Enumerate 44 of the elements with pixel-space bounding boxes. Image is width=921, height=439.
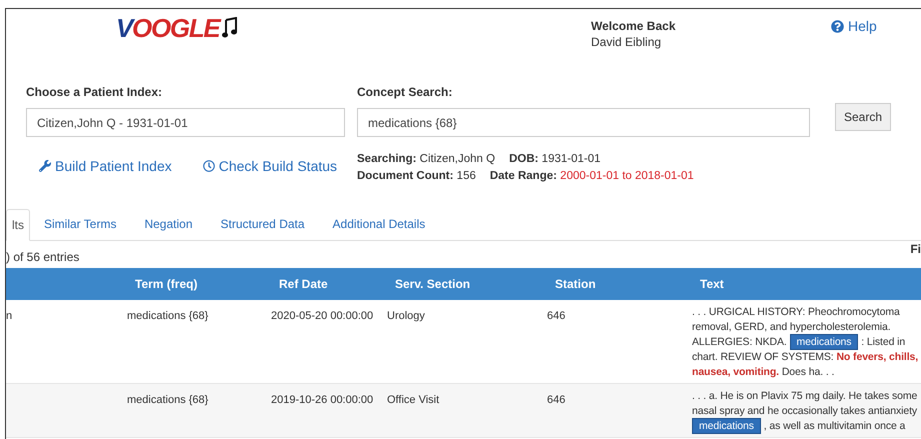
check-status-link[interactable]: Check Build Status — [202, 157, 338, 175]
field-label: Concept Search: — [357, 84, 454, 101]
table-cell: medications {68} — [127, 310, 208, 322]
table-cell: 2019-10-26 00:00:00 — [271, 394, 374, 406]
column-header[interactable]: Station — [541, 275, 686, 293]
wrench-icon — [39, 160, 51, 172]
table-cell: Office Visit — [387, 394, 440, 406]
logo: VOOGLE — [116, 15, 238, 41]
tab[interactable]: Structured Data — [206, 208, 319, 240]
snippet-text: . . . URGICAL HISTORY: Pheochromocytoma removal, GERD, and hypercholesterolemia. ALLERGIES: NKDA. medications : Listed in chart. REVIEW OF SYSTEMS: No fevers, chills, nausea, vomiting. Does ha. . . — [691, 305, 920, 380]
table-cell: Urology — [387, 310, 425, 322]
term-highlight: medications — [790, 334, 858, 350]
help-link[interactable]: Help — [831, 17, 877, 35]
column-header[interactable]: Text — [686, 275, 921, 293]
music-note-icon — [222, 17, 238, 39]
entries-info: ) of 56 entries — [6, 249, 80, 266]
snippet-text: . . . a. He is on Plavix 75 mg daily. He takes some nasal spray and he occasionally takes antianxiety medications , as well as multivitamin once a — [691, 389, 918, 434]
table-cell: n — [6, 310, 12, 322]
tab[interactable]: lts — [6, 209, 30, 241]
field-label: Choose a Patient Index: — [26, 84, 164, 101]
table-cell: 646 — [547, 310, 566, 322]
column-header[interactable]: Serv. Section — [381, 275, 541, 293]
search-info-text: Date Range: 2000-01-01 to 2018-01-01 — [490, 169, 694, 184]
welcome-text: Welcome Back — [591, 18, 676, 34]
column-header[interactable]: Term (freq) — [121, 275, 265, 293]
search-button[interactable]: Search — [835, 103, 891, 131]
table-cell: 2020-05-20 00:00:00 — [271, 310, 374, 322]
tab[interactable]: Similar Terms — [30, 208, 130, 240]
column-header[interactable]: Ref Date — [265, 275, 381, 293]
search-info-text: Document Count: 156 — [357, 169, 476, 184]
search-info-text: DOB: 1931-01-01 — [509, 152, 600, 167]
user-name: David Eibling — [591, 34, 662, 50]
build-index-link[interactable]: Build Patient Index — [39, 157, 172, 175]
term-highlight: medications — [692, 418, 761, 434]
concept-search-field[interactable]: medications {68} — [357, 108, 810, 137]
help-icon — [831, 20, 844, 32]
tab[interactable]: Negation — [130, 208, 206, 240]
clock-icon — [202, 160, 215, 172]
table-cell: medications {68} — [127, 394, 208, 406]
filter-label: Fi — [910, 241, 921, 258]
tab[interactable]: Additional Details — [318, 208, 440, 240]
patient-index-field[interactable]: Citizen,John Q - 1931-01-01 — [26, 108, 345, 137]
search-info-text: Searching: Citizen,John Q — [357, 152, 496, 167]
table-cell: 646 — [547, 394, 566, 406]
